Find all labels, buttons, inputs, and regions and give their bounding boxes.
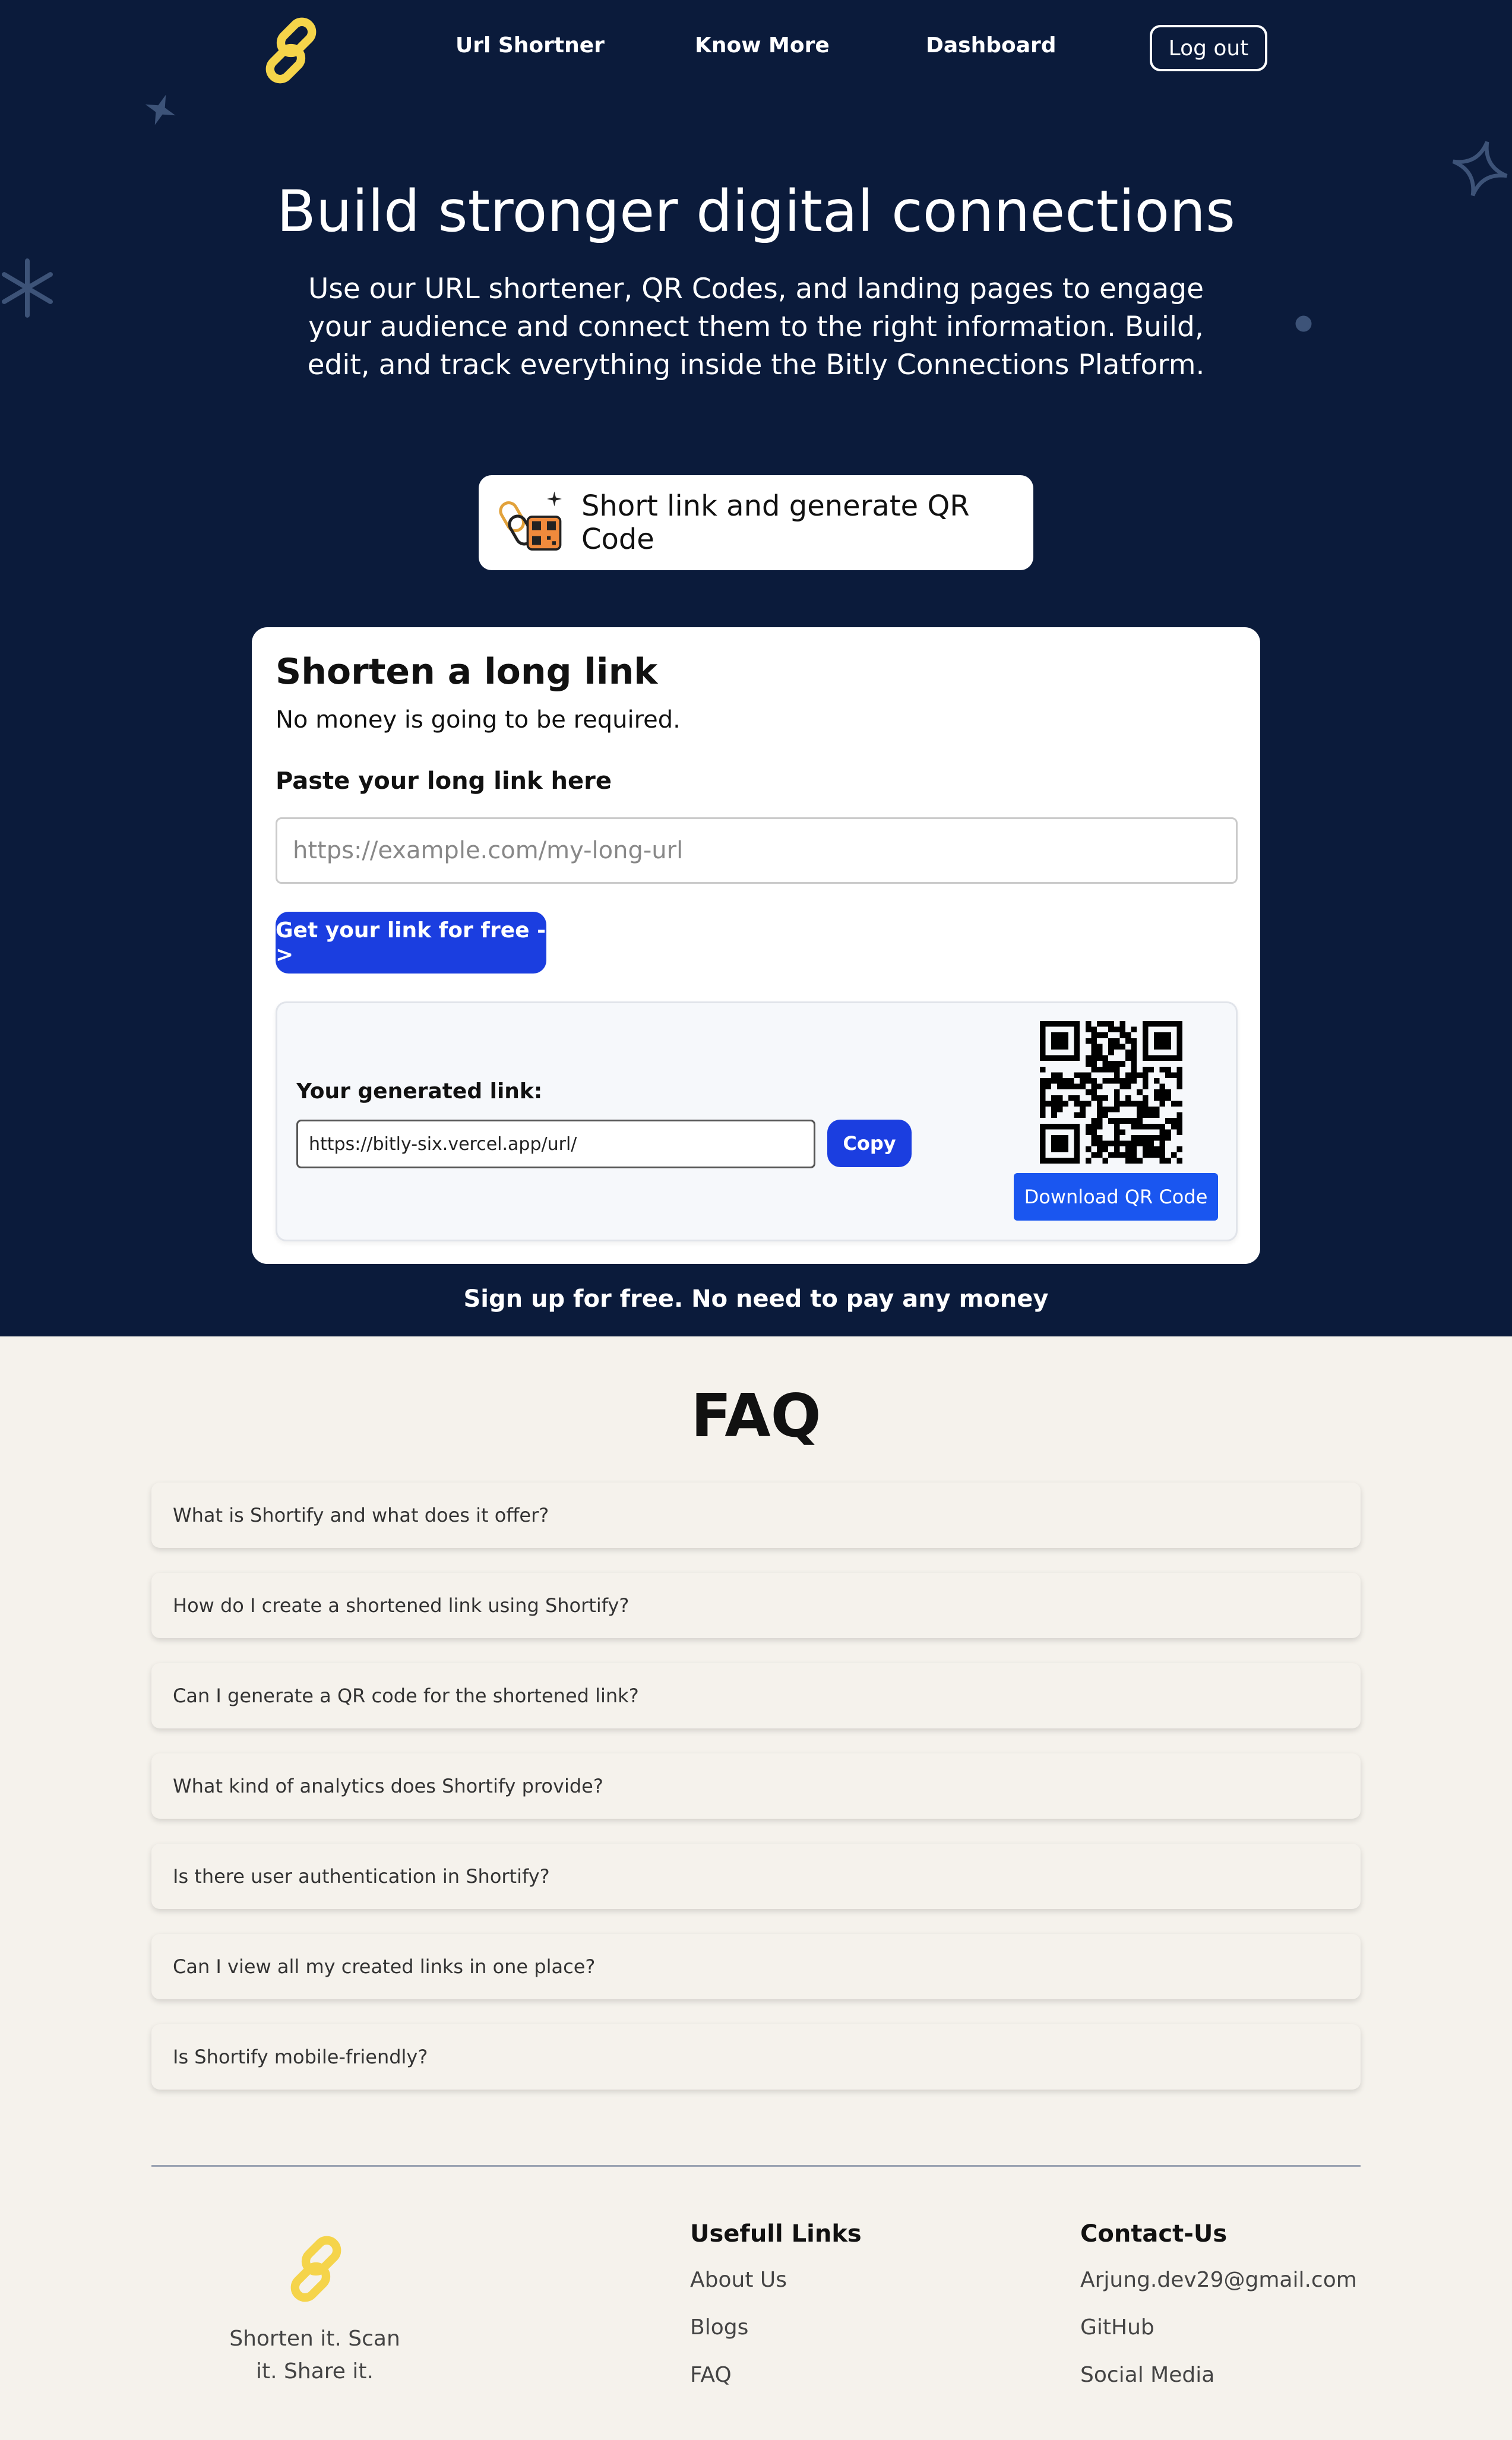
download-qr-button[interactable]: Download QR Code [1014,1173,1218,1221]
footer-divider [151,2165,1361,2167]
faq-item[interactable]: Is there user authentication in Shortify… [151,1844,1361,1909]
sparkle-star-icon [145,94,176,125]
signup-text: Sign up for free. No need to pay any mon… [463,1285,1049,1313]
footer-contact-github[interactable]: GitHub [1080,2315,1154,2340]
nav-link-know-more[interactable]: Know More [695,33,830,58]
footer-link-about-us[interactable]: About Us [690,2268,787,2292]
chain-link-logo-icon[interactable] [252,12,330,89]
faq-item[interactable]: What kind of analytics does Shortify pro… [151,1753,1361,1819]
faq-item[interactable]: What is Shortify and what does it offer? [151,1483,1361,1548]
hero-section: Url Shortner Know More Dashboard Log out… [0,0,1512,1336]
footer-link-faq[interactable]: FAQ [690,2363,732,2387]
hero-title: Build stronger digital connections [277,178,1235,245]
useful-links-heading: Usefull Links [690,2220,862,2248]
nav-link-url-shortner[interactable]: Url Shortner [456,33,605,58]
card-subtitle: No money is going to be required. [276,706,681,734]
footer-contact-email[interactable]: Arjung.dev29@gmail.com [1080,2268,1357,2292]
faq-item[interactable]: Can I generate a QR code for the shorten… [151,1663,1361,1728]
shortener-card: Shorten a long link No money is going to… [252,627,1260,1264]
generated-link-field[interactable] [296,1120,815,1168]
generated-link-label: Your generated link: [296,1079,543,1104]
footer-tagline: Shorten it. Scan it. Share it. [229,2327,400,2384]
faq-item[interactable]: Is Shortify mobile-friendly? [151,2024,1361,2090]
feature-button-label: Short link and generate QR Code [581,489,970,556]
sparkle-star-icon [2,258,53,318]
link-qr-feature-icon [499,491,562,551]
faq-item[interactable]: How do I create a shortened link using S… [151,1573,1361,1638]
dot-icon [1295,315,1312,332]
card-title: Shorten a long link [276,651,658,693]
chain-link-logo-icon [290,2236,341,2302]
feature-button[interactable]: Short link and generate QR Code [479,475,1033,570]
footer-link-blogs[interactable]: Blogs [690,2315,748,2340]
qr-code [1040,1021,1182,1164]
long-link-label: Paste your long link here [276,767,612,795]
generated-link-panel: Your generated link: Copy Download QR Co… [276,1001,1238,1241]
faq-title: FAQ [691,1381,821,1450]
hero-subtitle: Use our URL shortener, QR Codes, and lan… [307,273,1205,381]
contact-heading: Contact-Us [1080,2220,1228,2248]
long-link-input[interactable] [276,817,1238,884]
logout-button[interactable]: Log out [1150,25,1267,71]
copy-button[interactable]: Copy [827,1120,912,1167]
footer-contact-social[interactable]: Social Media [1080,2363,1214,2387]
nav-link-dashboard[interactable]: Dashboard [926,33,1056,58]
faq-item[interactable]: Can I view all my created links in one p… [151,1934,1361,1999]
get-link-button[interactable]: Get your link for free -> [276,912,546,974]
